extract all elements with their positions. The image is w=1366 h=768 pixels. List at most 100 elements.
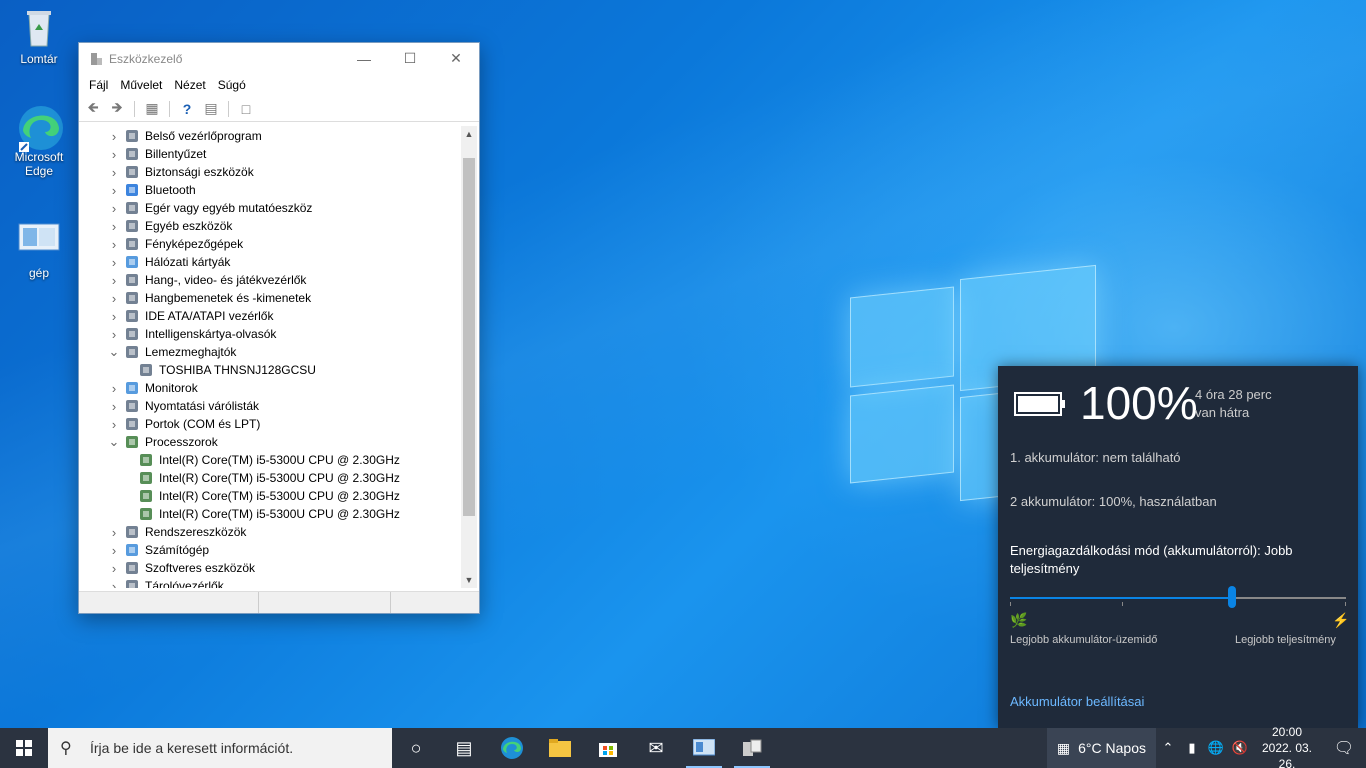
tree-item-label: Processzorok xyxy=(145,435,218,449)
tree-category-item[interactable]: › Számítógép xyxy=(81,541,461,559)
monitor-icon xyxy=(125,381,141,395)
chevron-right-icon[interactable]: › xyxy=(107,399,121,414)
chevron-right-icon[interactable]: › xyxy=(107,237,121,252)
maximize-button[interactable]: ☐ xyxy=(387,43,433,74)
status-bar xyxy=(79,591,479,613)
tree-category-item[interactable]: › Nyomtatási várólisták xyxy=(81,397,461,415)
chevron-right-icon[interactable]: › xyxy=(107,183,121,198)
scrollbar[interactable]: ▲ ▼ xyxy=(461,126,477,588)
chevron-right-icon[interactable]: › xyxy=(107,327,121,342)
minimize-button[interactable]: — xyxy=(341,43,387,74)
chevron-right-icon[interactable]: › xyxy=(107,309,121,324)
notification-center-icon[interactable]: 🗨 xyxy=(1322,728,1366,768)
menu-item-help[interactable]: Súgó xyxy=(212,78,252,92)
scroll-down-icon[interactable]: ▼ xyxy=(461,572,477,588)
tree-category-item[interactable]: › Portok (COM és LPT) xyxy=(81,415,461,433)
control-panel-taskbar-icon[interactable] xyxy=(680,728,728,768)
tree-category-item[interactable]: › IDE ATA/ATAPI vezérlők xyxy=(81,307,461,325)
volume-muted-icon[interactable]: 🔇 xyxy=(1228,740,1252,756)
search-icon: ⚲ xyxy=(60,740,72,757)
forward-icon[interactable]: 🡺 xyxy=(107,99,127,118)
menu-item-view[interactable]: Nézet xyxy=(168,78,211,92)
chevron-right-icon[interactable]: › xyxy=(107,381,121,396)
chevron-right-icon[interactable]: › xyxy=(107,255,121,270)
lightning-icon: ⚡ xyxy=(1332,612,1350,628)
tree-category-item[interactable]: › Biztonsági eszközök xyxy=(81,163,461,181)
scroll-up-icon[interactable]: ▲ xyxy=(461,126,477,142)
chevron-right-icon[interactable]: › xyxy=(107,561,121,576)
chevron-down-icon[interactable]: ⌄ xyxy=(107,344,121,360)
tree-category-item[interactable]: › Hálózati kártyák xyxy=(81,253,461,271)
edge-taskbar-icon[interactable] xyxy=(488,728,536,768)
tree-category-item[interactable]: › Hang-, video- és játékvezérlők xyxy=(81,271,461,289)
chevron-down-icon[interactable]: ⌄ xyxy=(107,434,121,450)
tree-category-item[interactable]: › Hangbemenetek és -kimenetek xyxy=(81,289,461,307)
chevron-right-icon[interactable]: › xyxy=(107,291,121,306)
tree-device-item[interactable]: Intel(R) Core(TM) i5-5300U CPU @ 2.30GHz xyxy=(81,451,461,469)
desktop-icon-recycle-bin[interactable]: Lomtár xyxy=(4,6,74,66)
tree-category-item[interactable]: › Fényképezőgépek xyxy=(81,235,461,253)
clock[interactable]: 20:00 2022. 03. 26. xyxy=(1252,724,1322,768)
tree-item-label: Intel(R) Core(TM) i5-5300U CPU @ 2.30GHz xyxy=(159,471,400,485)
desktop-icon-edge[interactable]: Microsoft Edge xyxy=(4,104,74,178)
menu-item-file[interactable]: Fájl xyxy=(83,78,114,92)
tree-category-item[interactable]: › Intelligenskártya-olvasók xyxy=(81,325,461,343)
chevron-right-icon[interactable]: › xyxy=(107,219,121,234)
tree-category-item[interactable]: › Bluetooth xyxy=(81,181,461,199)
chevron-right-icon[interactable]: › xyxy=(107,543,121,558)
tree-category-item[interactable]: › Billentyűzet xyxy=(81,145,461,163)
tree-item-label: Portok (COM és LPT) xyxy=(145,417,261,431)
power-mode-slider[interactable] xyxy=(1010,586,1346,608)
menu-bar: Fájl Művelet Nézet Súgó xyxy=(79,74,479,96)
chevron-right-icon[interactable]: › xyxy=(107,525,121,540)
battery-tray-icon[interactable]: ▮ xyxy=(1180,740,1204,756)
slider-thumb[interactable] xyxy=(1227,586,1236,608)
cortana-icon[interactable]: ○ xyxy=(392,728,440,768)
tree-category-item[interactable]: › Tárolóvezérlők xyxy=(81,577,461,588)
tree-category-item[interactable]: ⌄ Processzorok xyxy=(81,433,461,451)
tree-category-item[interactable]: › Rendszereszközök xyxy=(81,523,461,541)
tree-item-label: Egér vagy egyéb mutatóeszköz xyxy=(145,201,313,215)
device-manager-taskbar-icon[interactable] xyxy=(728,728,776,768)
chevron-right-icon[interactable]: › xyxy=(107,417,121,432)
chevron-right-icon[interactable]: › xyxy=(107,201,121,216)
help-icon[interactable]: ? xyxy=(177,100,197,118)
battery-settings-link[interactable]: Akkumulátor beállításai xyxy=(1010,694,1144,709)
title-bar[interactable]: Eszközkezelő — ☐ ✕ xyxy=(79,43,479,74)
desktop-icon-computer[interactable]: gép xyxy=(4,220,74,280)
chevron-right-icon[interactable]: › xyxy=(107,147,121,162)
chevron-right-icon[interactable]: › xyxy=(107,129,121,144)
show-hidden-icons-icon[interactable]: ⌃ xyxy=(1156,740,1180,756)
mail-icon[interactable]: ✉ xyxy=(632,728,680,768)
scroll-thumb[interactable] xyxy=(463,158,475,516)
tree-category-item[interactable]: › Szoftveres eszközök xyxy=(81,559,461,577)
tree-category-item[interactable]: › Belső vezérlőprogram xyxy=(81,127,461,145)
tree-category-item[interactable]: › Egyéb eszközök xyxy=(81,217,461,235)
tree-device-item[interactable]: Intel(R) Core(TM) i5-5300U CPU @ 2.30GHz xyxy=(81,487,461,505)
port-icon xyxy=(125,417,141,431)
tree-item-label: Belső vezérlőprogram xyxy=(145,129,262,143)
menu-item-action[interactable]: Művelet xyxy=(114,78,168,92)
scan-hardware-icon[interactable]: □ xyxy=(236,100,256,118)
file-explorer-icon[interactable] xyxy=(536,728,584,768)
store-icon[interactable] xyxy=(584,728,632,768)
chevron-right-icon[interactable]: › xyxy=(107,165,121,180)
start-button[interactable] xyxy=(0,728,48,768)
close-button[interactable]: ✕ xyxy=(433,43,479,74)
console-tree-icon[interactable]: ▦ xyxy=(142,100,162,118)
weather-widget[interactable]: ▦ 6°C Napos xyxy=(1046,728,1156,768)
network-globe-icon[interactable]: 🌐 xyxy=(1204,740,1228,756)
tree-category-item[interactable]: › Egér vagy egyéb mutatóeszköz xyxy=(81,199,461,217)
tree-device-item[interactable]: Intel(R) Core(TM) i5-5300U CPU @ 2.30GHz xyxy=(81,469,461,487)
chevron-right-icon[interactable]: › xyxy=(107,579,121,589)
tree-device-item[interactable]: TOSHIBA THNSNJ128GCSU xyxy=(81,361,461,379)
taskbar-search-box[interactable]: ⚲ Írja be ide a keresett információt. xyxy=(48,728,392,768)
tree-category-item[interactable]: › Monitorok xyxy=(81,379,461,397)
clock-date: 2022. 03. 26. xyxy=(1261,741,1313,768)
task-view-icon[interactable]: ▤ xyxy=(440,728,488,768)
tree-device-item[interactable]: Intel(R) Core(TM) i5-5300U CPU @ 2.30GHz xyxy=(81,505,461,523)
tree-category-item[interactable]: ⌄ Lemezmeghajtók xyxy=(81,343,461,361)
properties-icon[interactable]: ▤ xyxy=(201,100,221,118)
chevron-right-icon[interactable]: › xyxy=(107,273,121,288)
back-icon[interactable]: 🡸 xyxy=(83,99,103,118)
